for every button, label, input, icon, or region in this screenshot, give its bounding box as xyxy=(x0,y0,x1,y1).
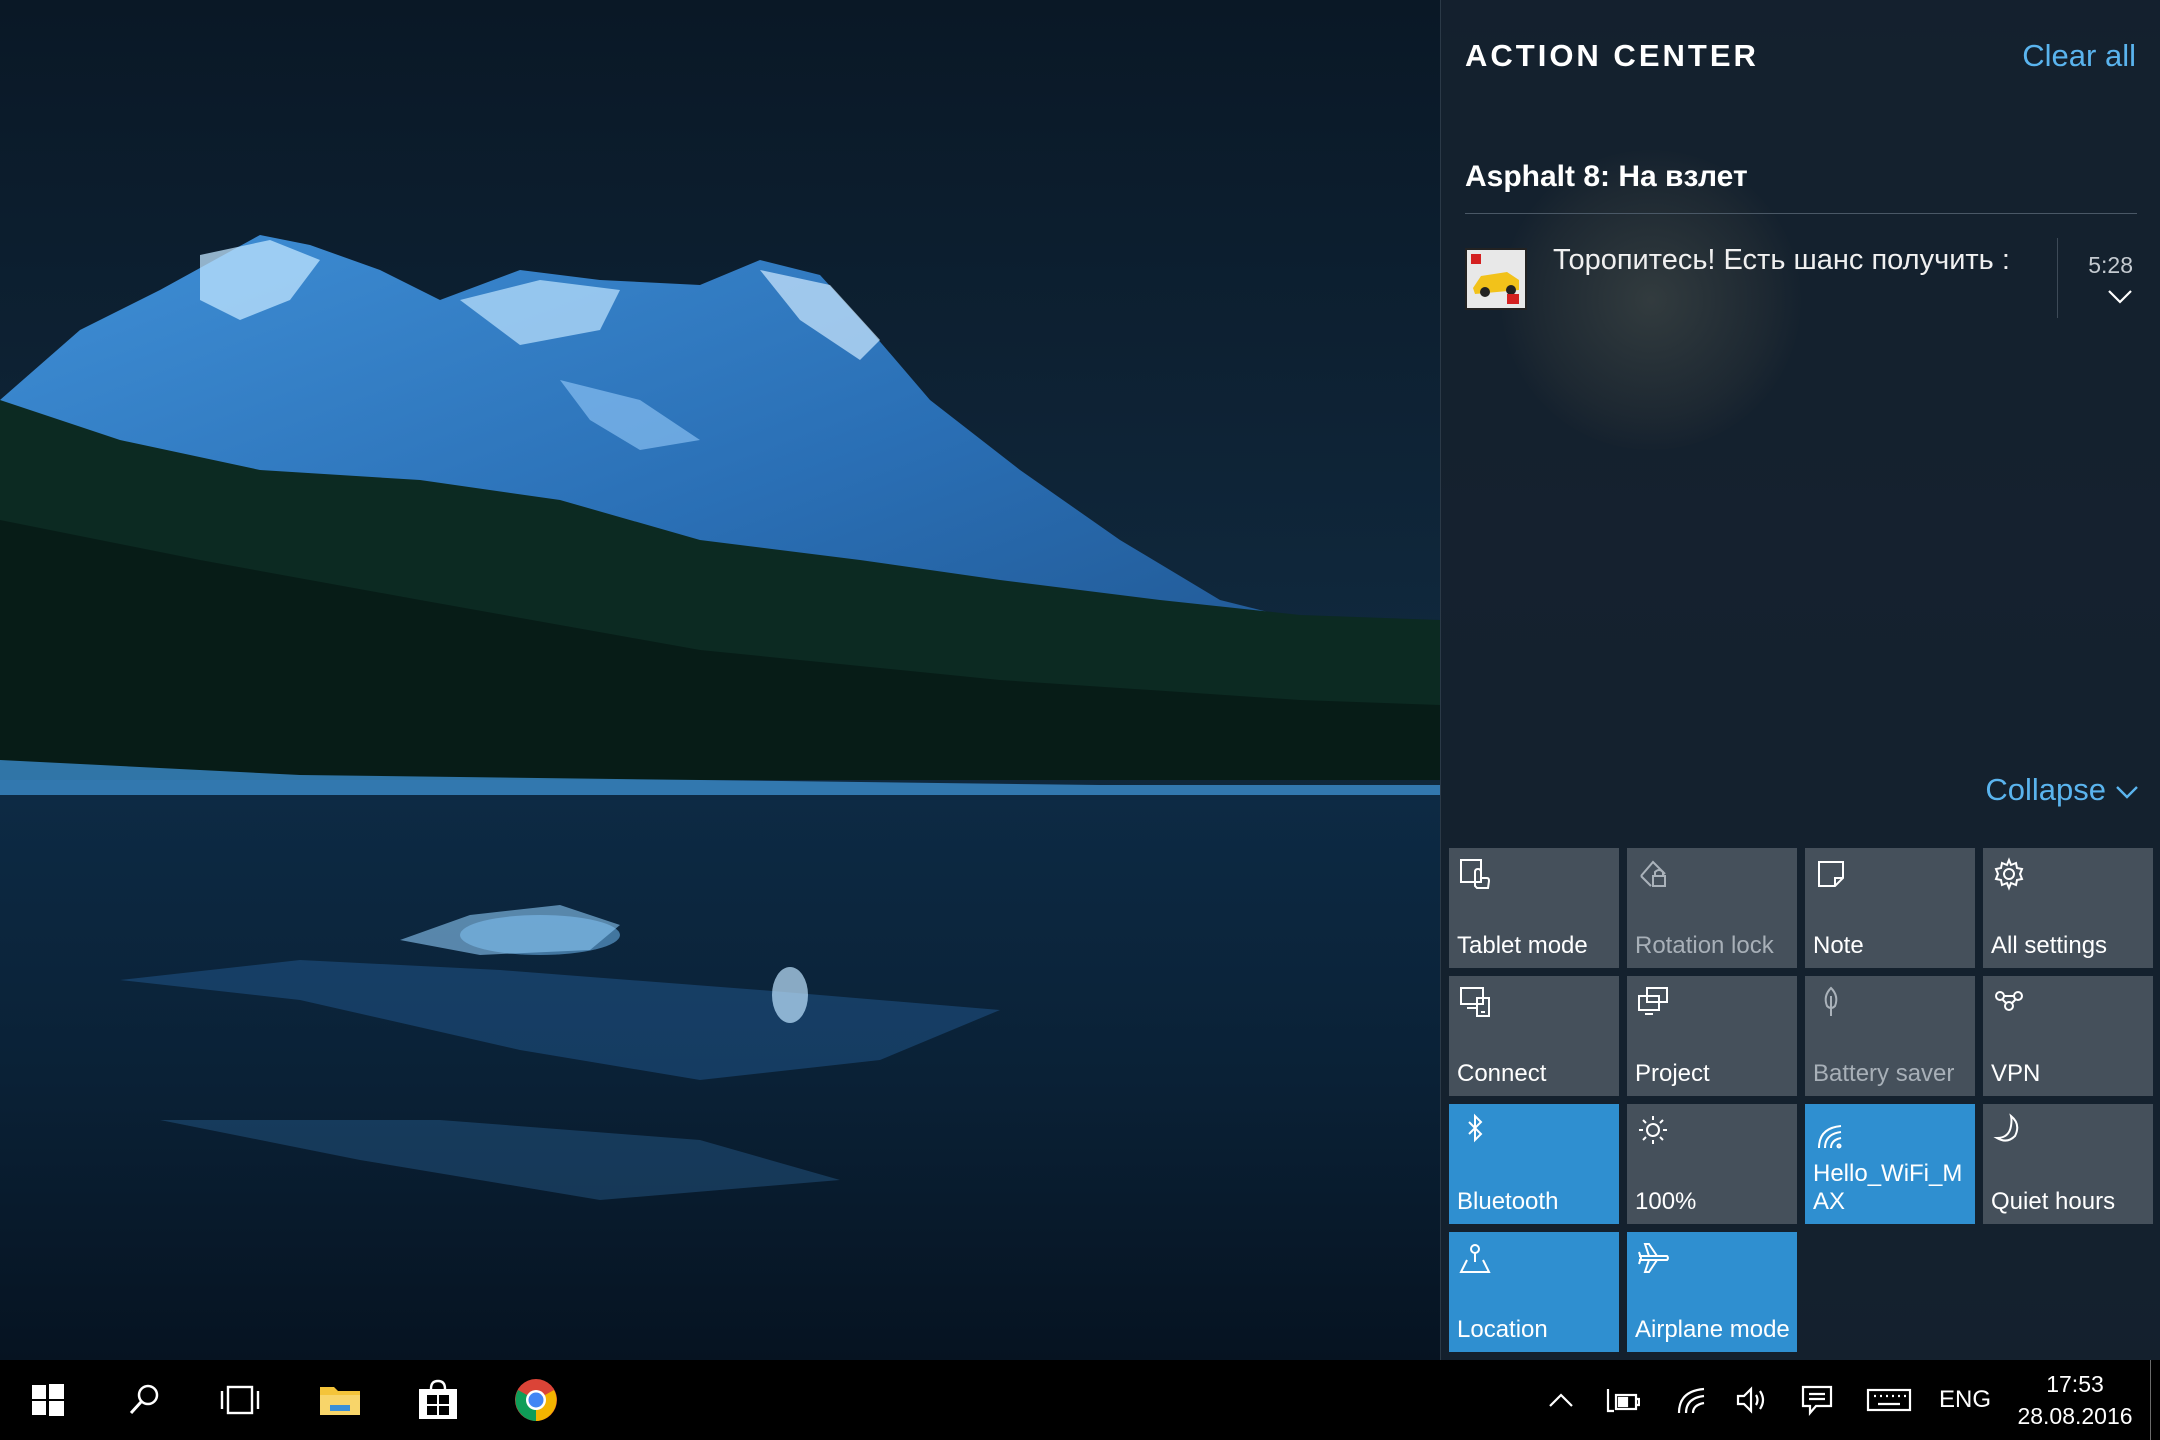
bluetooth-icon xyxy=(1468,1113,1483,1143)
show-desktop-button[interactable] xyxy=(2150,1360,2160,1440)
connect-tile[interactable]: Connect xyxy=(1449,976,1619,1096)
taskbar: ENG 17:53 28.08.2016 xyxy=(0,1360,2160,1440)
collapse-label: Collapse xyxy=(1985,772,2106,807)
brightness-tile[interactable]: 100% xyxy=(1627,1104,1797,1224)
clock-button[interactable]: 17:53 28.08.2016 xyxy=(2010,1360,2140,1440)
asphalt-app-icon xyxy=(1465,248,1527,310)
store-button[interactable] xyxy=(398,1360,478,1440)
note-icon xyxy=(1818,861,1844,887)
rotation-lock-icon xyxy=(1640,860,1666,887)
touch-keyboard-tray-button[interactable] xyxy=(1862,1360,1916,1440)
folder-icon xyxy=(320,1387,360,1415)
rotation-lock-tile[interactable]: Rotation lock xyxy=(1627,848,1797,968)
tile-label: Rotation lock xyxy=(1635,932,1774,959)
tile-label: Note xyxy=(1813,932,1864,959)
notification-item[interactable]: Торопитесь! Есть шанс получить : 5:28 xyxy=(1465,230,2137,320)
tablet-mode-icon xyxy=(1460,859,1491,889)
search-button[interactable] xyxy=(104,1360,184,1440)
windows-logo-icon xyxy=(32,1384,64,1416)
search-icon xyxy=(129,1384,159,1415)
chevron-up-icon xyxy=(1549,1393,1573,1407)
bluetooth-tile[interactable]: Bluetooth xyxy=(1449,1104,1619,1224)
wifi-tile[interactable]: Hello_WiFi_MAX xyxy=(1805,1104,1975,1224)
keyboard-icon xyxy=(1866,1388,1912,1412)
power-icon xyxy=(1606,1389,1640,1413)
tile-label: Hello_WiFi_MAX xyxy=(1813,1160,1963,1215)
quiet-hours-tile[interactable]: Quiet hours xyxy=(1983,1104,2153,1224)
airplane-icon xyxy=(1638,1243,1669,1273)
action-center-title: ACTION CENTER xyxy=(1465,38,1759,73)
chevron-down-icon xyxy=(2116,785,2138,799)
notification-separator xyxy=(2057,238,2058,318)
wifi-tray-button[interactable] xyxy=(1670,1360,1714,1440)
tile-label: 100% xyxy=(1635,1188,1697,1215)
show-hidden-icons-button[interactable] xyxy=(1540,1360,1582,1440)
start-button[interactable] xyxy=(8,1360,88,1440)
tile-label: Tablet mode xyxy=(1457,932,1588,959)
language-indicator[interactable]: ENG xyxy=(1932,1360,1998,1440)
tile-label: All settings xyxy=(1991,932,2108,959)
location-tile[interactable]: Location xyxy=(1449,1232,1619,1352)
brightness-icon xyxy=(1639,1116,1667,1144)
gear-icon xyxy=(1994,857,2024,891)
wifi-icon xyxy=(1818,1125,1842,1149)
notification-group-title[interactable]: Asphalt 8: На взлет xyxy=(1465,160,1748,194)
clock-date: 28.08.2016 xyxy=(2017,1403,2133,1429)
notification-divider xyxy=(1465,213,2137,214)
project-icon xyxy=(1638,987,1668,1015)
chevron-down-icon[interactable] xyxy=(2105,284,2135,308)
volume-icon xyxy=(1736,1386,1765,1414)
tile-label: Project xyxy=(1635,1060,1710,1087)
power-tray-button[interactable] xyxy=(1600,1360,1644,1440)
tile-label: Bluetooth xyxy=(1457,1188,1559,1215)
connect-icon xyxy=(1460,987,1490,1017)
wallpaper-landscape xyxy=(0,0,1440,1360)
language-label: ENG xyxy=(1938,1386,1991,1413)
tablet-mode-tile[interactable]: Tablet mode xyxy=(1449,848,1619,968)
tile-label: Quiet hours xyxy=(1991,1188,2116,1215)
notification-time: 5:28 xyxy=(2088,252,2133,278)
tile-label: Airplane mode xyxy=(1635,1316,1790,1343)
project-tile[interactable]: Project xyxy=(1627,976,1797,1096)
collapse-button[interactable]: Collapse xyxy=(1985,772,2140,808)
file-explorer-button[interactable] xyxy=(300,1360,380,1440)
action-center-tray-button[interactable] xyxy=(1795,1360,1839,1440)
tile-label: Location xyxy=(1457,1316,1548,1343)
airplane-mode-tile[interactable]: Airplane mode xyxy=(1627,1232,1797,1352)
note-tile[interactable]: Note xyxy=(1805,848,1975,968)
store-icon xyxy=(419,1379,457,1419)
clear-all-link[interactable]: Clear all xyxy=(2022,38,2136,74)
task-view-button[interactable] xyxy=(200,1360,280,1440)
moon-icon xyxy=(1993,1113,2019,1142)
desktop-screen: ACTION CENTER Clear all Asphalt 8: На вз… xyxy=(0,0,2160,1440)
tile-label: Connect xyxy=(1457,1060,1547,1087)
tile-label: VPN xyxy=(1991,1060,2041,1087)
wifi-icon xyxy=(1677,1387,1705,1414)
tile-label: Battery saver xyxy=(1813,1060,1955,1087)
vpn-icon xyxy=(1995,991,2023,1011)
battery-saver-icon xyxy=(1824,986,1838,1016)
clock-time: 17:53 xyxy=(2046,1371,2104,1397)
battery-saver-tile[interactable]: Battery saver xyxy=(1805,976,1975,1096)
task-view-icon xyxy=(220,1385,260,1415)
all-settings-tile[interactable]: All settings xyxy=(1983,848,2153,968)
chrome-icon xyxy=(515,1379,557,1421)
notification-text: Торопитесь! Есть шанс получить : xyxy=(1553,244,2010,276)
volume-tray-button[interactable] xyxy=(1730,1360,1774,1440)
chrome-button[interactable] xyxy=(496,1360,576,1440)
location-icon xyxy=(1459,1244,1491,1273)
action-center-icon xyxy=(1801,1385,1833,1416)
action-center-panel: ACTION CENTER Clear all Asphalt 8: На вз… xyxy=(1440,0,2160,1360)
vpn-tile[interactable]: VPN xyxy=(1983,976,2153,1096)
